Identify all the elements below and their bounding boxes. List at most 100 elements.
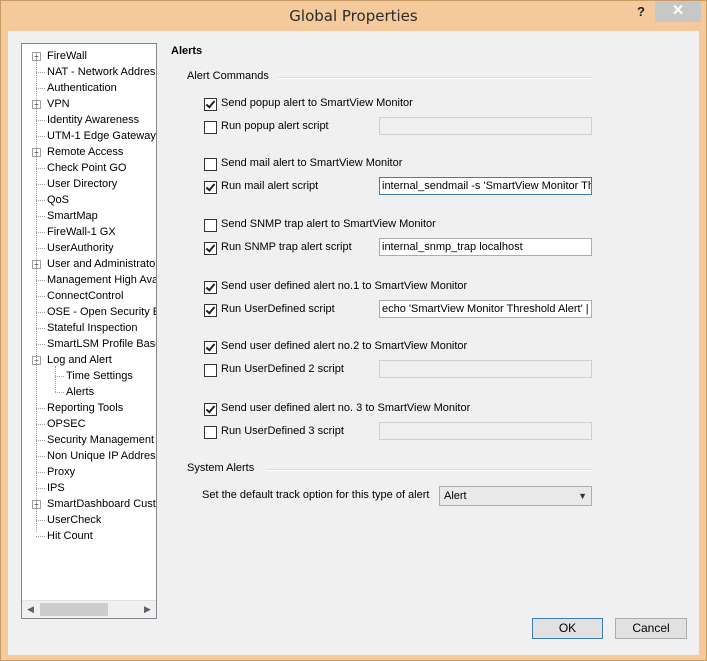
alert-option-row[interactable]: Send mail alert to SmartView Monitor <box>204 157 402 173</box>
tree-item[interactable]: User and Administrator + <box>22 256 156 272</box>
alert-checkbox-label: Send user defined alert no.2 to SmartVie… <box>221 340 468 352</box>
tree-item-label: User and Administrator <box>47 258 157 270</box>
tree-item-label: Hit Count <box>47 530 93 542</box>
tree-connector <box>36 136 45 137</box>
navigation-tree[interactable]: ◀ ▶ FireWall + NAT - Network Addres Authent… <box>21 43 157 619</box>
alert-script-input[interactable]: internal_snmp_trap localhost <box>379 238 592 256</box>
tree-item-label: Alerts <box>66 384 95 400</box>
alert-checkbox-label: Run UserDefined 3 script <box>221 425 344 437</box>
tree-item[interactable]: Log and Alert − <box>22 352 156 368</box>
alert-option-row[interactable]: Run UserDefined 3 script <box>204 425 374 441</box>
alert-script-input[interactable]: internal_sendmail -s 'SmartView Monitor … <box>379 177 592 195</box>
tree-item[interactable]: IPS <box>22 480 156 496</box>
tree-item[interactable]: UserAuthority <box>22 240 156 256</box>
close-button[interactable]: ✕ <box>655 1 701 22</box>
tree-item[interactable]: FireWall-1 GX <box>22 224 156 240</box>
alert-checkbox[interactable] <box>204 281 217 294</box>
tree-item[interactable]: Reporting Tools <box>22 400 156 416</box>
tree-connector <box>36 88 45 89</box>
tree-item-label: Reporting Tools <box>47 402 124 414</box>
alert-option-row[interactable]: Run popup alert script <box>204 120 374 136</box>
tree-item[interactable]: Management High Ava <box>22 272 156 288</box>
tree-item[interactable]: OPSEC <box>22 416 156 432</box>
ok-button[interactable]: OK <box>532 618 603 639</box>
alert-commands-group-label: Alert Commands <box>187 70 269 82</box>
tree-item-label: OPSEC <box>47 418 86 430</box>
tree-connector <box>36 488 45 489</box>
alert-option-row[interactable]: Send SNMP trap alert to SmartView Monito… <box>204 218 436 234</box>
alert-commands-divider <box>278 77 593 79</box>
tree-item[interactable]: OSE - Open Security E <box>22 304 156 320</box>
alert-checkbox[interactable] <box>204 98 217 111</box>
alert-checkbox[interactable] <box>204 426 217 439</box>
tree-item[interactable]: SmartMap <box>22 208 156 224</box>
alert-option-row[interactable]: Send user defined alert no.1 to SmartVie… <box>204 280 467 296</box>
tree-item[interactable]: UTM-1 Edge Gateway <box>22 128 156 144</box>
tree-item[interactable]: SmartLSM Profile Base <box>22 336 156 352</box>
alert-checkbox-label: Send popup alert to SmartView Monitor <box>221 97 413 109</box>
scrollbar-thumb[interactable] <box>40 603 108 616</box>
tree-item[interactable]: NAT - Network Addres <box>22 64 156 80</box>
tree-item[interactable]: Hit Count <box>22 528 156 544</box>
alert-checkbox[interactable] <box>204 121 217 134</box>
alert-option-row[interactable]: Run UserDefined script <box>204 303 374 319</box>
tree-item[interactable]: Non Unique IP Address <box>22 448 156 464</box>
tree-item[interactable]: UserCheck <box>22 512 156 528</box>
tree-connector <box>36 344 45 345</box>
alert-checkbox[interactable] <box>204 364 217 377</box>
tree-item[interactable]: Security Management . <box>22 432 156 448</box>
tree-connector <box>36 456 45 457</box>
alert-option-row[interactable]: Send popup alert to SmartView Monitor <box>204 97 413 113</box>
alert-checkbox[interactable] <box>204 181 217 194</box>
tree-item[interactable]: VPN + <box>22 96 156 112</box>
scroll-left-arrow-icon[interactable]: ◀ <box>22 601 39 618</box>
tree-horizontal-scrollbar[interactable]: ◀ ▶ <box>22 600 156 618</box>
tree-item[interactable]: QoS <box>22 192 156 208</box>
alert-script-input[interactable]: echo 'SmartView Monitor Threshold Alert'… <box>379 300 592 318</box>
tree-item[interactable]: Time Settings <box>22 368 156 384</box>
tree-connector <box>36 120 45 121</box>
alert-option-row[interactable]: Run UserDefined 2 script <box>204 363 374 379</box>
tree-connector <box>36 472 45 473</box>
tree-item-label: SmartLSM Profile Base <box>47 338 157 350</box>
alert-option-row[interactable]: Run SNMP trap alert script <box>204 241 374 257</box>
tree-item-label: Authentication <box>47 82 117 94</box>
tree-item[interactable]: Check Point GO <box>22 160 156 176</box>
tree-item[interactable]: Alerts <box>22 384 156 400</box>
tree-item-label: FireWall-1 GX <box>47 226 116 238</box>
tree-item-label: UserCheck <box>47 514 102 526</box>
scroll-right-arrow-icon[interactable]: ▶ <box>139 601 156 618</box>
tree-item[interactable]: Remote Access + <box>22 144 156 160</box>
alert-checkbox[interactable] <box>204 304 217 317</box>
tree-item-label: Log and Alert <box>47 354 112 366</box>
default-track-select[interactable]: Alert ▼ <box>439 486 592 506</box>
tree-item-label: Management High Ava <box>47 274 157 286</box>
tree-item[interactable]: Identity Awareness <box>22 112 156 128</box>
system-alerts-divider <box>266 469 593 471</box>
tree-item[interactable]: Authentication <box>22 80 156 96</box>
tree-item[interactable]: Stateful Inspection <box>22 320 156 336</box>
alert-checkbox[interactable] <box>204 219 217 232</box>
alert-checkbox[interactable] <box>204 158 217 171</box>
tree-item-label: OSE - Open Security E <box>47 306 157 318</box>
alert-checkbox[interactable] <box>204 341 217 354</box>
alert-script-input[interactable] <box>379 117 592 135</box>
alert-option-row[interactable]: Send user defined alert no. 3 to SmartVi… <box>204 402 470 418</box>
tree-item[interactable]: Proxy <box>22 464 156 480</box>
tree-connector <box>36 328 45 329</box>
alert-checkbox[interactable] <box>204 403 217 416</box>
tree-item[interactable]: SmartDashboard Custo + <box>22 496 156 512</box>
alert-option-row[interactable]: Send user defined alert no.2 to SmartVie… <box>204 340 467 356</box>
tree-item[interactable]: FireWall + <box>22 48 156 64</box>
tree-connector <box>55 366 56 392</box>
tree-connector <box>36 200 45 201</box>
tree-item[interactable]: User Directory <box>22 176 156 192</box>
help-button[interactable]: ? <box>628 2 654 22</box>
tree-item[interactable]: ConnectControl <box>22 288 156 304</box>
tree-item-label: Time Settings <box>66 370 133 382</box>
alert-checkbox[interactable] <box>204 242 217 255</box>
alert-script-input[interactable] <box>379 422 592 440</box>
cancel-button[interactable]: Cancel <box>615 618 687 639</box>
alert-option-row[interactable]: Run mail alert script <box>204 180 374 196</box>
alert-script-input[interactable] <box>379 360 592 378</box>
